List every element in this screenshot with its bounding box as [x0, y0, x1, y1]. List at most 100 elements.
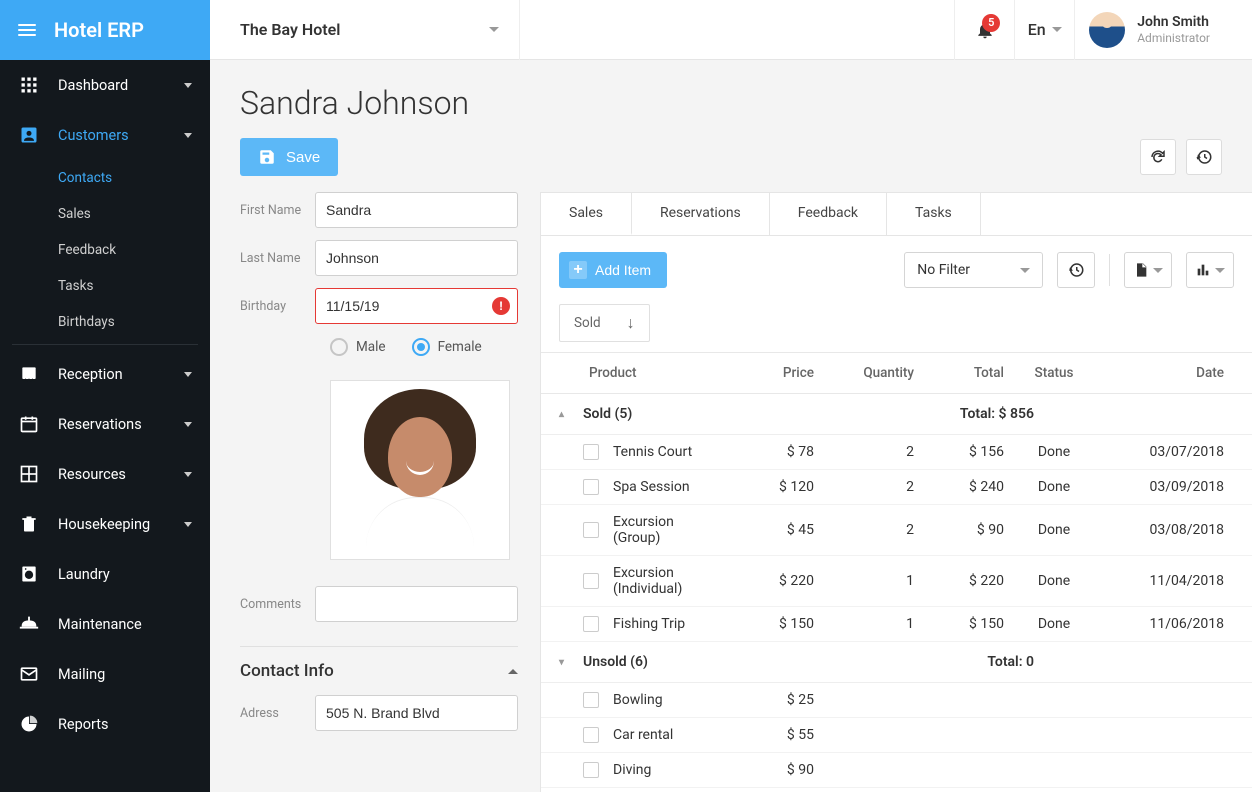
chevron-down-icon — [184, 472, 192, 477]
address-input[interactable] — [315, 695, 518, 731]
group-row[interactable]: ▾ Unsold (6) Total: 0 — [541, 642, 1252, 683]
tab-tasks[interactable]: Tasks — [887, 193, 981, 235]
sidebar-item-maintenance[interactable]: Maintenance — [0, 599, 210, 649]
sort-indicator[interactable]: Sold ↓ — [559, 304, 650, 342]
sidebar-sub-contacts[interactable]: Contacts — [0, 160, 210, 196]
col-price[interactable]: Price — [714, 365, 814, 381]
cell-date: 03/09/2018 — [1104, 479, 1234, 495]
chart-button[interactable] — [1186, 252, 1234, 288]
hamburger-icon[interactable] — [18, 24, 36, 36]
radio-male[interactable]: Male — [330, 338, 386, 356]
reset-filter-button[interactable] — [1057, 252, 1095, 288]
cell-price: $ 78 — [714, 444, 814, 460]
chevron-down-icon — [184, 133, 192, 138]
row-checkbox[interactable] — [583, 616, 599, 632]
cell-qty: 1 — [814, 616, 914, 632]
col-product[interactable]: Product — [589, 365, 714, 381]
cell-price: $ 25 — [714, 692, 814, 708]
row-checkbox[interactable] — [583, 692, 599, 708]
sidebar-item-housekeeping[interactable]: Housekeeping — [0, 499, 210, 549]
group-caret-icon: ▾ — [559, 657, 571, 668]
table-header: Product Price Quantity Total Status Date — [541, 352, 1252, 394]
maintenance-icon — [18, 613, 40, 635]
row-checkbox[interactable] — [583, 573, 599, 589]
table-row[interactable]: Old Towns Trip $ 170 — [541, 788, 1252, 792]
table-row[interactable]: Tennis Court $ 78 2 $ 156 Done 03/07/201… — [541, 435, 1252, 470]
group-row[interactable]: ▴ Sold (5) Total: $ 856 — [541, 394, 1252, 435]
notif-badge: 5 — [982, 14, 1000, 32]
sidebar-item-customers[interactable]: Customers — [0, 110, 210, 160]
tab-sales[interactable]: Sales — [541, 193, 632, 235]
sidebar-item-laundry[interactable]: Laundry — [0, 549, 210, 599]
sidebar-item-reports[interactable]: Reports — [0, 699, 210, 749]
contact-info-toggle[interactable]: Contact Info — [240, 646, 518, 695]
sidebar-item-resources[interactable]: Resources — [0, 449, 210, 499]
app-title: Hotel ERP — [54, 18, 144, 42]
sidebar-item-label: Resources — [58, 466, 166, 483]
row-checkbox[interactable] — [583, 444, 599, 460]
cell-date: 03/07/2018 — [1104, 444, 1234, 460]
filter-dropdown[interactable]: No Filter — [904, 252, 1043, 288]
hotel-selector[interactable]: The Bay Hotel — [230, 0, 520, 60]
sidebar-sub-sales[interactable]: Sales — [0, 196, 210, 232]
last-name-input[interactable] — [315, 240, 518, 276]
save-button[interactable]: Save — [240, 138, 338, 176]
notifications-button[interactable]: 5 — [954, 0, 1014, 60]
col-status[interactable]: Status — [1004, 365, 1104, 381]
sidebar-sub-tasks[interactable]: Tasks — [0, 268, 210, 304]
col-total[interactable]: Total — [914, 365, 1004, 381]
cell-total: $ 220 — [914, 573, 1004, 589]
sidebar-item-dashboard[interactable]: Dashboard — [0, 60, 210, 110]
user-name: John Smith — [1137, 14, 1210, 31]
export-button[interactable] — [1124, 252, 1172, 288]
cell-product: Excursion (Group) — [613, 514, 714, 546]
table-row[interactable]: Spa Session $ 120 2 $ 240 Done 03/09/201… — [541, 470, 1252, 505]
detail-pane: Sales Reservations Feedback Tasks + Add … — [540, 192, 1252, 792]
group-title: Sold (5) — [583, 406, 632, 422]
topbar-brand: Hotel ERP — [0, 0, 210, 60]
table-row[interactable]: Diving $ 90 — [541, 753, 1252, 788]
cell-status: Done — [1004, 479, 1104, 495]
cell-date: 11/06/2018 — [1104, 616, 1234, 632]
row-checkbox[interactable] — [583, 727, 599, 743]
cell-price: $ 150 — [714, 616, 814, 632]
reception-icon — [18, 363, 40, 385]
birthday-input[interactable] — [315, 288, 518, 324]
sidebar-item-label: Reservations — [58, 416, 166, 433]
table-row[interactable]: Excursion (Individual) $ 220 1 $ 220 Don… — [541, 556, 1252, 607]
language-selector[interactable]: En — [1014, 0, 1074, 60]
radio-female[interactable]: Female — [412, 338, 482, 356]
history-icon — [1195, 148, 1213, 166]
row-checkbox[interactable] — [583, 479, 599, 495]
sidebar-item-reservations[interactable]: Reservations — [0, 399, 210, 449]
refresh-button[interactable] — [1140, 139, 1176, 175]
table-row[interactable]: Car rental $ 55 — [541, 718, 1252, 753]
laundry-icon — [18, 563, 40, 585]
group-total: Total: $ 856 — [960, 406, 1234, 422]
add-item-button[interactable]: + Add Item — [559, 252, 667, 288]
sidebar-item-reception[interactable]: Reception — [0, 349, 210, 399]
chevron-down-icon — [184, 422, 192, 427]
revert-button[interactable] — [1186, 139, 1222, 175]
tab-feedback[interactable]: Feedback — [770, 193, 887, 235]
col-quantity[interactable]: Quantity — [814, 365, 914, 381]
sidebar-sub-feedback[interactable]: Feedback — [0, 232, 210, 268]
table-row[interactable]: Excursion (Group) $ 45 2 $ 90 Done 03/08… — [541, 505, 1252, 556]
comments-input[interactable] — [315, 586, 518, 622]
col-date[interactable]: Date — [1104, 365, 1234, 381]
sidebar: Dashboard Customers Contacts Sales Feedb… — [0, 60, 210, 792]
cell-price: $ 55 — [714, 727, 814, 743]
sidebar-item-label: Customers — [58, 127, 166, 144]
user-menu[interactable]: John Smith Administrator — [1074, 0, 1232, 60]
row-checkbox[interactable] — [583, 762, 599, 778]
customers-icon — [18, 124, 40, 146]
row-checkbox[interactable] — [583, 522, 599, 538]
sidebar-item-mailing[interactable]: Mailing — [0, 649, 210, 699]
tab-reservations[interactable]: Reservations — [632, 193, 770, 235]
table-row[interactable]: Bowling $ 25 — [541, 683, 1252, 718]
table-row[interactable]: Fishing Trip $ 150 1 $ 150 Done 11/06/20… — [541, 607, 1252, 642]
sidebar-item-label: Mailing — [58, 666, 192, 683]
first-name-input[interactable] — [315, 192, 518, 228]
pie-chart-icon — [18, 713, 40, 735]
sidebar-sub-birthdays[interactable]: Birthdays — [0, 304, 210, 340]
